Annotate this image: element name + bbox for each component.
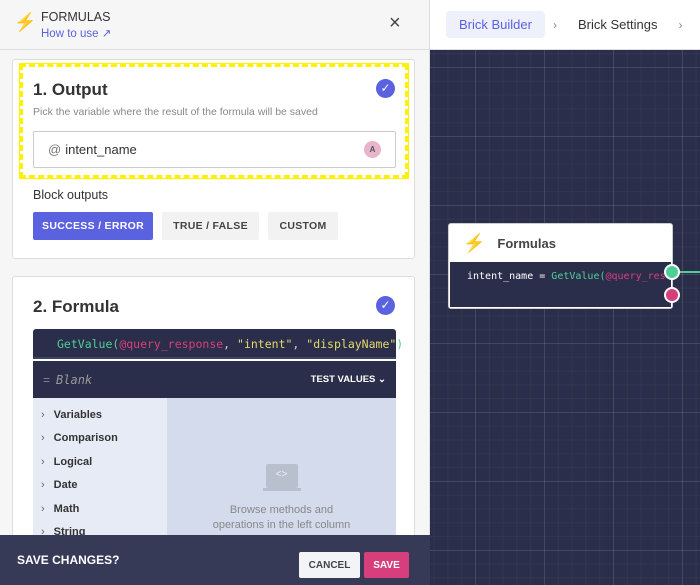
panel-header: ⚡ FORMULAS How to use ↗ × (0, 0, 429, 50)
variable-input[interactable]: @ intent_name A (33, 131, 396, 168)
variable-type-badge: A (364, 141, 381, 158)
breadcrumb-brick-builder[interactable]: Brick Builder (446, 11, 545, 38)
formula-card: 2. Formula ✓ GetValue(@query_response, "… (12, 276, 415, 556)
connection-line (680, 271, 700, 273)
breadcrumb: Brick Builder › Brick Settings › (430, 0, 700, 50)
block-outputs-label: Block outputs (33, 188, 109, 202)
chevron-down-icon: ⌄ (378, 374, 386, 385)
test-values-button[interactable]: TEST VALUES ⌄ (311, 374, 386, 385)
close-icon[interactable]: × (389, 12, 401, 35)
external-link-icon: ↗ (101, 28, 112, 40)
lightning-icon: ⚡ (463, 232, 486, 253)
result-value: Blank (56, 372, 93, 387)
output-title: 1. Output (33, 80, 108, 99)
formulas-panel: ⚡ FORMULAS How to use ↗ × 1. Output ✓ Pi… (0, 0, 430, 585)
formula-editor[interactable]: GetValue(@query_response, "intent", "dis… (33, 329, 403, 359)
success-port[interactable] (664, 264, 680, 280)
node-title: Formulas (497, 235, 556, 251)
true-false-option[interactable]: TRUE / FALSE (162, 212, 259, 240)
category-date[interactable]: › Date (41, 474, 167, 498)
methods-area: <> Browse methods and operations in the … (167, 398, 396, 555)
empty-hint: Browse methods and operations in the lef… (212, 504, 351, 531)
error-port[interactable] (664, 287, 680, 303)
formulas-node[interactable]: ⚡ Formulas intent_name = GetValue(@query_… (448, 223, 673, 309)
check-icon: ✓ (376, 79, 395, 98)
success-error-option[interactable]: SUCCESS / ERROR (33, 212, 153, 240)
check-icon: ✓ (376, 296, 395, 315)
save-bar: SAVE CHANGES? CANCEL SAVE (0, 535, 430, 585)
lightning-icon: ⚡ (14, 12, 37, 32)
breadcrumb-brick-settings[interactable]: Brick Settings (565, 11, 670, 38)
chevron-right-icon: › (678, 17, 683, 32)
flow-canvas[interactable] (430, 50, 700, 585)
output-card: 1. Output ✓ Pick the variable where the … (12, 59, 415, 259)
result-bar: = Blank TEST VALUES ⌄ (33, 361, 396, 398)
custom-option[interactable]: CUSTOM (268, 212, 338, 240)
category-list: › Variables › Comparison › Logical › Date › M… (33, 398, 167, 555)
category-variables[interactable]: › Variables (41, 403, 167, 427)
save-prompt: SAVE CHANGES? (17, 553, 120, 567)
formula-title: 2. Formula (33, 297, 119, 316)
node-formula: intent_name = GetValue(@query_res (450, 262, 671, 307)
save-button[interactable]: SAVE (364, 552, 409, 578)
output-description: Pick the variable where the result of th… (33, 106, 318, 118)
how-to-use-link[interactable]: How to use ↗ (41, 26, 111, 40)
panel-title: FORMULAS (41, 10, 111, 24)
category-math[interactable]: › Math (41, 497, 167, 521)
category-logical[interactable]: › Logical (41, 450, 167, 474)
code-laptop-icon: <> (265, 464, 298, 488)
cancel-button[interactable]: CANCEL (299, 552, 360, 578)
category-comparison[interactable]: › Comparison (41, 427, 167, 451)
chevron-right-icon: › (552, 17, 557, 32)
